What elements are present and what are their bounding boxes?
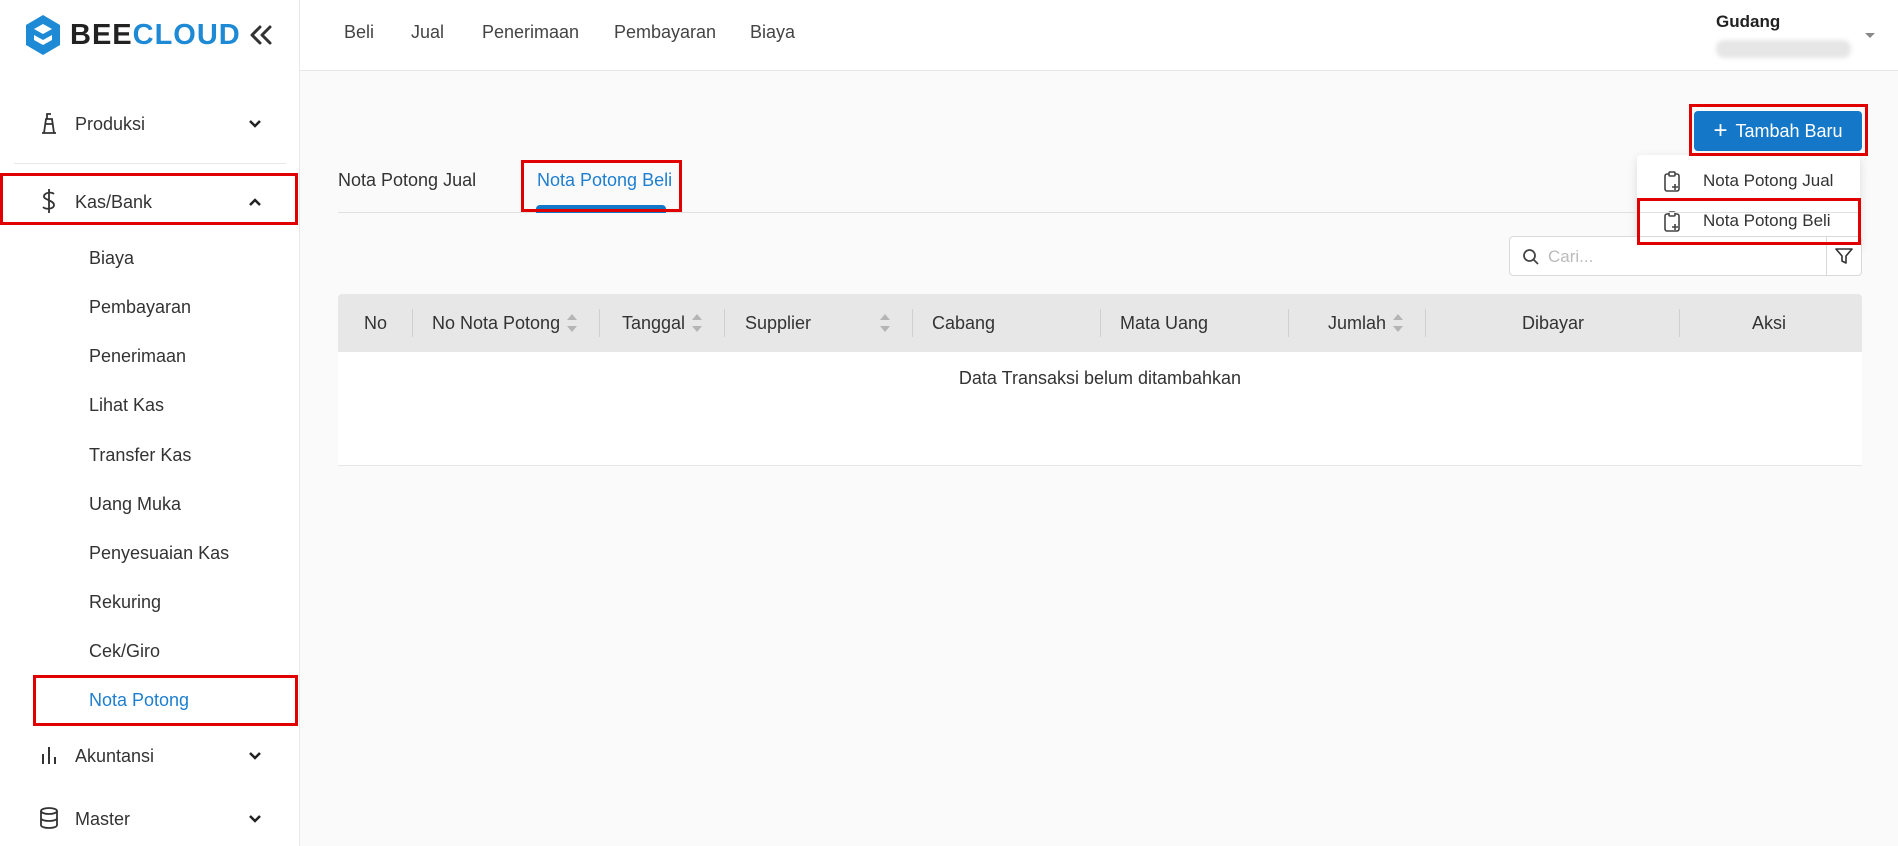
column-header-no: No [364,312,388,333]
dropdown-item-label: Nota Potong Beli [1703,211,1831,230]
column-header-mata-uang: Mata Uang [1120,312,1209,333]
column-header-tanggal[interactable]: Tanggal [622,294,685,352]
column-divider [1288,309,1289,337]
sidebar-group-kas-bank[interactable]: Kas/Bank [0,173,300,231]
sort-icon[interactable] [1393,314,1403,332]
filter-button[interactable] [1826,236,1862,276]
sidebar-item-label: Transfer Kas [89,444,192,465]
brand-logo[interactable]: BEECLOUD [24,14,241,56]
sort-icon[interactable] [880,314,890,332]
sidebar-item-label: Nota Potong [89,689,190,710]
topnav-item-pembayaran[interactable]: Pembayaran [614,22,716,43]
filter-icon [1835,248,1853,264]
sidebar-group-master[interactable]: Master [0,790,300,846]
column-divider [1100,309,1101,337]
table-header: No No Nota Potong Tanggal Supplier Caban… [338,294,1862,352]
sidebar-item-label: Pembayaran [89,296,192,317]
add-new-button[interactable]: + Tambah Baru [1694,111,1862,151]
sidebar-item-rekuring[interactable]: Rekuring [0,579,300,625]
sidebar-item-label: Penerimaan [89,345,187,366]
sidebar-item-cek-giro[interactable]: Cek/Giro [0,628,300,674]
plus-icon: + [1713,117,1728,144]
sidebar-item-lihat-kas[interactable]: Lihat Kas [0,382,300,428]
double-chevron-left-icon [250,25,272,45]
chevron-down-icon [245,114,265,134]
database-icon [36,805,62,831]
sidebar-group-label: Produksi [75,113,146,134]
sidebar-item-label: Uang Muka [89,493,182,514]
topnav-item-biaya[interactable]: Biaya [750,22,795,43]
column-divider [912,309,913,337]
search-icon [1523,249,1539,265]
column-divider [1679,309,1680,337]
column-divider [412,309,413,337]
sidebar-item-uang-muka[interactable]: Uang Muka [0,481,300,527]
chevron-down-icon [245,809,265,829]
column-divider [1425,309,1426,337]
topnav-item-jual[interactable]: Jual [411,22,444,43]
column-divider [724,309,725,337]
sidebar-group-akuntansi[interactable]: Akuntansi [0,727,300,785]
column-header-jumlah[interactable]: Jumlah [1328,294,1386,352]
column-divider [599,309,600,337]
tab-bar: Nota Potong Jual Nota Potong Beli [338,160,1862,213]
top-navigation: Beli Jual Penerimaan Pembayaran Biaya Gu… [300,0,1898,71]
sidebar-group-label: Master [75,808,131,829]
chevron-up-icon [245,192,265,212]
tab-nota-potong-beli[interactable]: Nota Potong Beli [537,170,672,191]
topnav-item-beli[interactable]: Beli [344,22,374,43]
clipboard-plus-icon [1661,210,1683,232]
dollar-icon [36,188,62,214]
sidebar-item-transfer-kas[interactable]: Transfer Kas [0,432,300,478]
sidebar-item-biaya[interactable]: Biaya [0,235,300,281]
search-box [1509,236,1827,276]
tab-nota-potong-jual[interactable]: Nota Potong Jual [338,170,476,191]
sidebar: BEECLOUD Produksi Kas/Bank Biaya Pembaya… [0,0,300,846]
sidebar-item-label: Cek/Giro [89,640,161,661]
production-icon [36,110,62,136]
sidebar-item-label: Biaya [89,247,135,268]
sidebar-item-label: Penyesuaian Kas [89,542,230,563]
sidebar-item-label: Rekuring [89,591,162,612]
collapse-sidebar-button[interactable] [246,20,276,50]
sidebar-item-label: Lihat Kas [89,394,165,415]
sidebar-item-pembayaran[interactable]: Pembayaran [0,284,300,330]
beecloud-logo-icon [26,15,60,55]
brand-name: BEECLOUD [70,18,241,51]
active-tab-indicator [536,205,666,213]
sidebar-item-nota-potong[interactable]: Nota Potong [0,677,300,723]
caret-down-icon[interactable] [1864,32,1876,40]
empty-table-message: Data Transaksi belum ditambahkan [958,368,1242,388]
sidebar-divider [14,163,286,164]
add-new-label: Tambah Baru [1735,120,1843,141]
sidebar-group-produksi[interactable]: Produksi [0,95,300,153]
sidebar-item-penerimaan[interactable]: Penerimaan [0,333,300,379]
chevron-down-icon [245,746,265,766]
column-header-aksi: Aksi [1752,312,1787,333]
user-email-redacted [1716,40,1851,58]
sort-icon[interactable] [567,314,577,332]
column-header-cabang: Cabang [932,312,996,333]
search-input[interactable] [1548,245,1808,269]
column-header-no-nota-potong[interactable]: No Nota Potong [432,294,560,352]
sort-icon[interactable] [692,314,702,332]
bar-chart-icon [36,742,62,768]
sidebar-item-penyesuaian-kas[interactable]: Penyesuaian Kas [0,530,300,576]
sidebar-group-label: Akuntansi [75,745,155,766]
column-header-supplier[interactable]: Supplier [745,294,811,352]
sidebar-group-label: Kas/Bank [75,191,153,212]
user-name: Gudang [1716,12,1781,31]
topnav-item-penerimaan[interactable]: Penerimaan [482,22,579,43]
column-header-dibayar: Dibayar [1522,312,1585,333]
table-body: Data Transaksi belum ditambahkan [338,352,1862,466]
